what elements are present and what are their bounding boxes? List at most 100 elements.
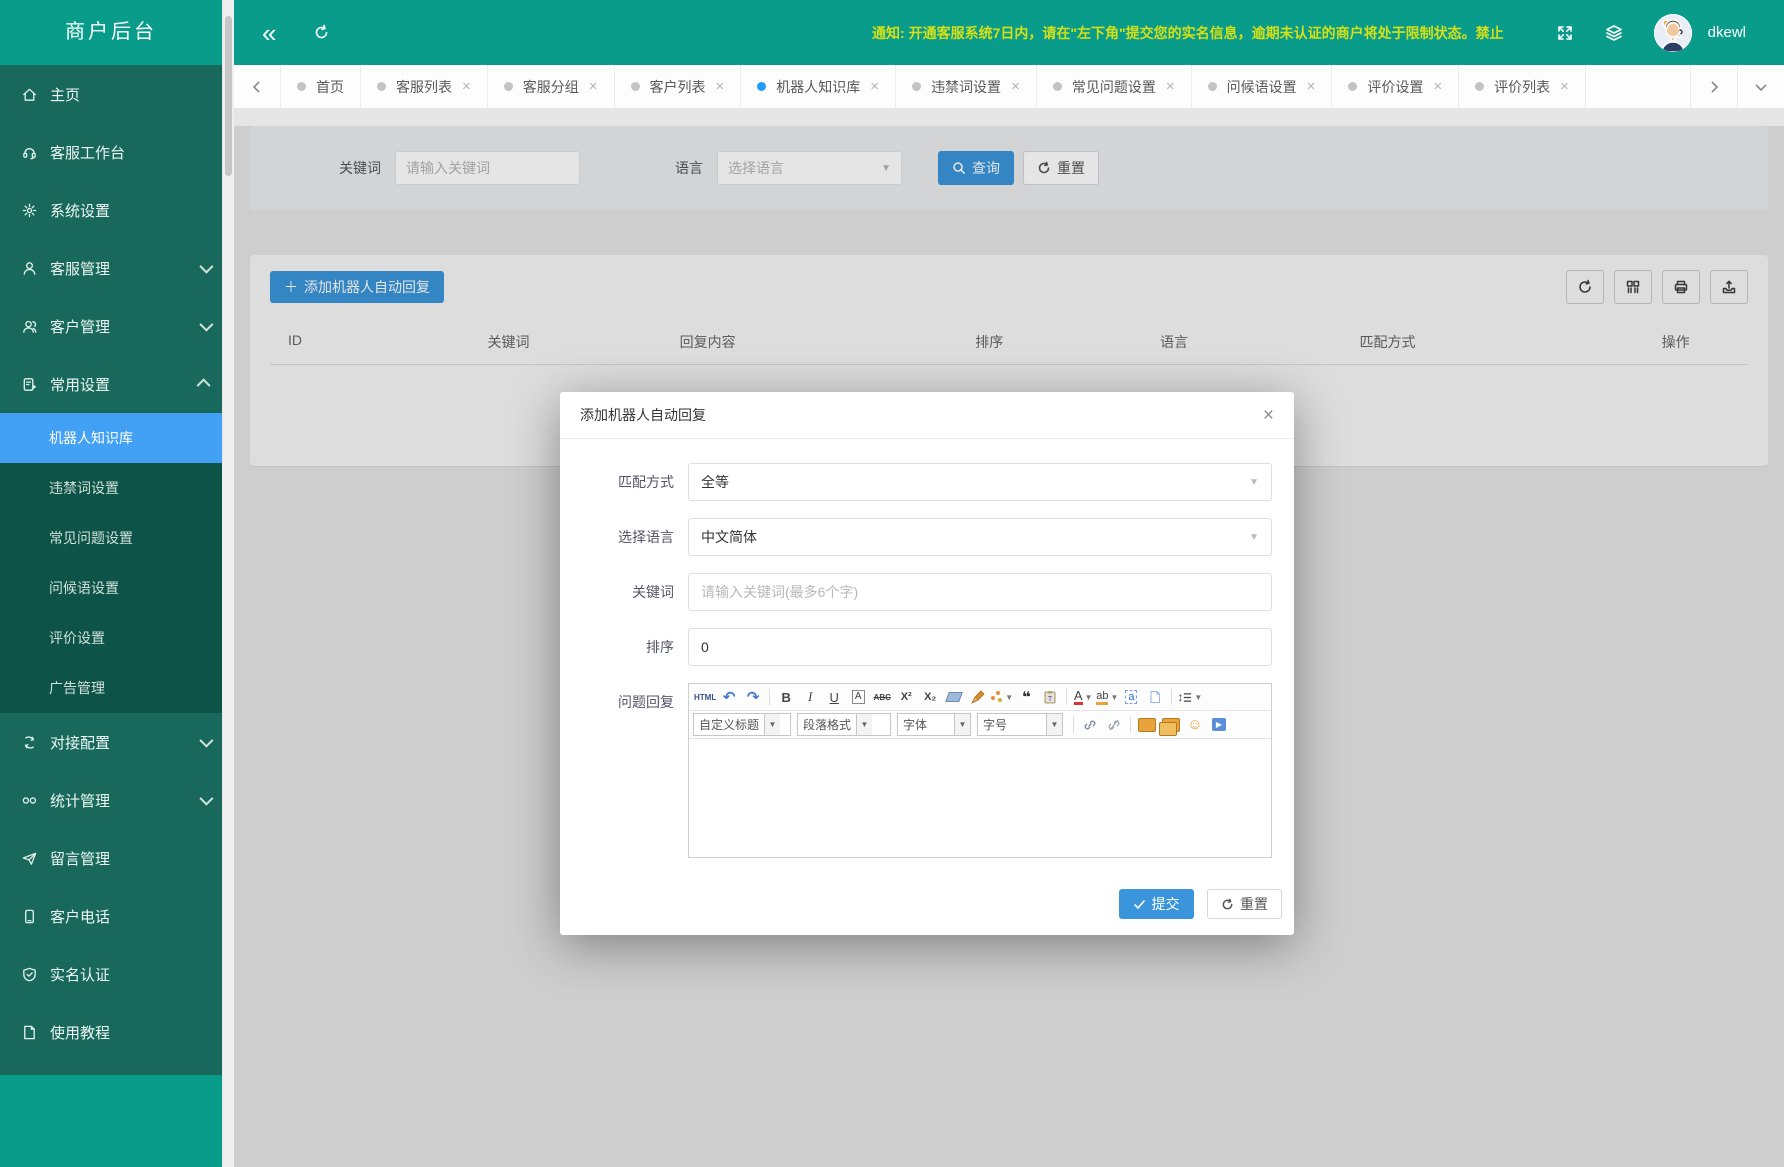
refresh-table-button[interactable] <box>1566 270 1604 304</box>
tab-home[interactable]: 首页 <box>281 65 361 108</box>
stats-icon <box>20 791 38 809</box>
sort-input[interactable] <box>688 628 1272 666</box>
sidebar-item-customer-management[interactable]: 客户管理 <box>0 297 222 355</box>
tab-dot <box>1208 82 1217 91</box>
submit-button[interactable]: 提交 <box>1119 889 1194 919</box>
eraser-button[interactable] <box>942 686 966 708</box>
superscript-button[interactable]: X² <box>894 686 918 708</box>
paragraph-format-combo[interactable]: 段落格式 ▼ <box>797 713 891 736</box>
line-height-button[interactable]: ↕ ▼ <box>1176 686 1203 708</box>
undo-button[interactable]: ↶ <box>717 686 741 708</box>
sidebar-subitem-rating-settings[interactable]: 评价设置 <box>0 613 222 663</box>
tab-close-icon[interactable]: × <box>462 79 471 94</box>
sidebar-item-common-settings[interactable]: 常用设置 <box>0 355 222 413</box>
sidebar-item-messages[interactable]: 留言管理 <box>0 829 222 887</box>
highlight-color-button[interactable]: ab ▼ <box>1095 686 1119 708</box>
columns-filter-button[interactable] <box>1614 270 1652 304</box>
blockquote-button[interactable]: ❝ <box>1014 686 1038 708</box>
border-text-button[interactable]: A <box>852 690 865 704</box>
sidebar-item-integration-config[interactable]: 对接配置 <box>0 713 222 771</box>
tab-close-icon[interactable]: × <box>716 79 725 94</box>
strikethrough-button[interactable]: ABC <box>870 686 894 708</box>
tab-agent-groups[interactable]: 客服分组 × <box>488 65 615 108</box>
tab-rating-list[interactable]: 评价列表 × <box>1459 65 1586 108</box>
collapse-sidebar-icon[interactable]: « <box>262 20 276 46</box>
reset-filter-button[interactable]: 重置 <box>1023 151 1099 185</box>
bold-button[interactable]: B <box>774 686 798 708</box>
editor-content-area[interactable] <box>689 739 1271 857</box>
tab-customer-list[interactable]: 客户列表 × <box>615 65 742 108</box>
layers-icon[interactable] <box>1604 23 1624 43</box>
tabs-scroll-right-button[interactable] <box>1690 65 1737 108</box>
modal-reset-button[interactable]: 重置 <box>1207 889 1282 919</box>
sidebar-subitem-robot-knowledge[interactable]: 机器人知识库 <box>0 413 222 463</box>
insert-emoji-button[interactable]: ☺ <box>1183 714 1207 736</box>
print-button[interactable] <box>1662 270 1700 304</box>
tab-label: 评价设置 <box>1367 77 1423 97</box>
paste-filter-button[interactable]: T <box>1038 686 1062 708</box>
sidebar-item-statistics[interactable]: 统计管理 <box>0 771 222 829</box>
add-robot-reply-button[interactable]: ＋ 添加机器人自动回复 <box>270 271 444 303</box>
page-scrollbar[interactable] <box>223 0 234 1167</box>
language-row: 选择语言 中文简体 ▼ <box>588 518 1272 556</box>
fullscreen-icon[interactable] <box>1556 24 1574 42</box>
font-size-combo[interactable]: 字号 ▼ <box>977 713 1063 736</box>
tab-rating-settings[interactable]: 评价设置 × <box>1332 65 1459 108</box>
insert-video-button[interactable]: ▶ <box>1207 714 1231 736</box>
sidebar-subitem-greeting-settings[interactable]: 问候语设置 <box>0 563 222 613</box>
tab-close-icon[interactable]: × <box>1433 79 1442 94</box>
font-color-button[interactable]: A ▼ <box>1071 686 1095 708</box>
username[interactable]: dkewl <box>1708 24 1746 41</box>
keyword-input[interactable] <box>688 573 1272 611</box>
sidebar-subitem-ad-management[interactable]: 广告管理 <box>0 663 222 713</box>
match-mode-select[interactable]: 全等 ▼ <box>688 463 1272 501</box>
user-avatar[interactable] <box>1654 14 1692 52</box>
format-brush-button[interactable] <box>966 686 990 708</box>
insert-image-button[interactable] <box>1135 714 1159 736</box>
sidebar-subitem-banned-words[interactable]: 违禁词设置 <box>0 463 222 513</box>
sidebar-item-home[interactable]: 主页 <box>0 65 222 123</box>
new-document-button[interactable] <box>1143 686 1167 708</box>
custom-title-combo[interactable]: 自定义标题 ▼ <box>693 713 791 736</box>
insert-multi-image-button[interactable] <box>1159 714 1183 736</box>
tab-banned-words[interactable]: 违禁词设置 × <box>896 65 1037 108</box>
italic-button[interactable]: I <box>798 686 822 708</box>
sidebar-subitem-faq-settings[interactable]: 常见问题设置 <box>0 513 222 563</box>
auto-link-button[interactable]: a <box>1119 686 1143 708</box>
sidebar-item-workbench[interactable]: 客服工作台 <box>0 123 222 181</box>
tab-close-icon[interactable]: × <box>1307 79 1316 94</box>
subscript-button[interactable]: X₂ <box>918 686 942 708</box>
sidebar-item-system-settings[interactable]: 系统设置 <box>0 181 222 239</box>
keyword-filter-input[interactable] <box>395 151 580 185</box>
sidebar-item-tutorial[interactable]: 使用教程 <box>0 1003 222 1061</box>
modal-close-icon[interactable]: × <box>1263 406 1274 425</box>
language-select[interactable]: 中文简体 ▼ <box>688 518 1272 556</box>
tab-close-icon[interactable]: × <box>870 79 879 94</box>
redo-button[interactable]: ↷ <box>741 686 765 708</box>
tab-close-icon[interactable]: × <box>1166 79 1175 94</box>
sidebar-item-customer-phone[interactable]: 客户电话 <box>0 887 222 945</box>
search-button[interactable]: 查询 <box>938 151 1014 185</box>
sidebar-item-realname-auth[interactable]: 实名认证 <box>0 945 222 1003</box>
submit-button-label: 提交 <box>1152 894 1180 914</box>
underline-button[interactable]: U <box>822 686 846 708</box>
font-family-combo[interactable]: 字体 ▼ <box>897 713 971 736</box>
tab-robot-knowledge[interactable]: 机器人知识库 × <box>741 65 896 108</box>
tab-close-icon[interactable]: × <box>589 79 598 94</box>
language-filter-select[interactable]: 选择语言 ▼ <box>717 151 902 185</box>
tab-greeting-settings[interactable]: 问候语设置 × <box>1192 65 1333 108</box>
tab-close-icon[interactable]: × <box>1560 79 1569 94</box>
tab-faq-settings[interactable]: 常见问题设置 × <box>1037 65 1192 108</box>
tabs-scroll-left-button[interactable] <box>234 65 281 108</box>
tab-close-icon[interactable]: × <box>1011 79 1020 94</box>
tabs-menu-button[interactable] <box>1737 65 1784 108</box>
tab-agent-list[interactable]: 客服列表 × <box>361 65 488 108</box>
auto-typeset-button[interactable]: ▼ <box>990 686 1014 708</box>
remove-link-button[interactable] <box>1102 714 1126 736</box>
export-button[interactable] <box>1710 270 1748 304</box>
insert-link-button[interactable] <box>1078 714 1102 736</box>
sidebar-item-agent-management[interactable]: 客服管理 <box>0 239 222 297</box>
page-scrollbar-thumb[interactable] <box>225 16 232 176</box>
source-code-button[interactable]: HTML <box>693 686 717 708</box>
refresh-page-icon[interactable] <box>312 23 331 42</box>
